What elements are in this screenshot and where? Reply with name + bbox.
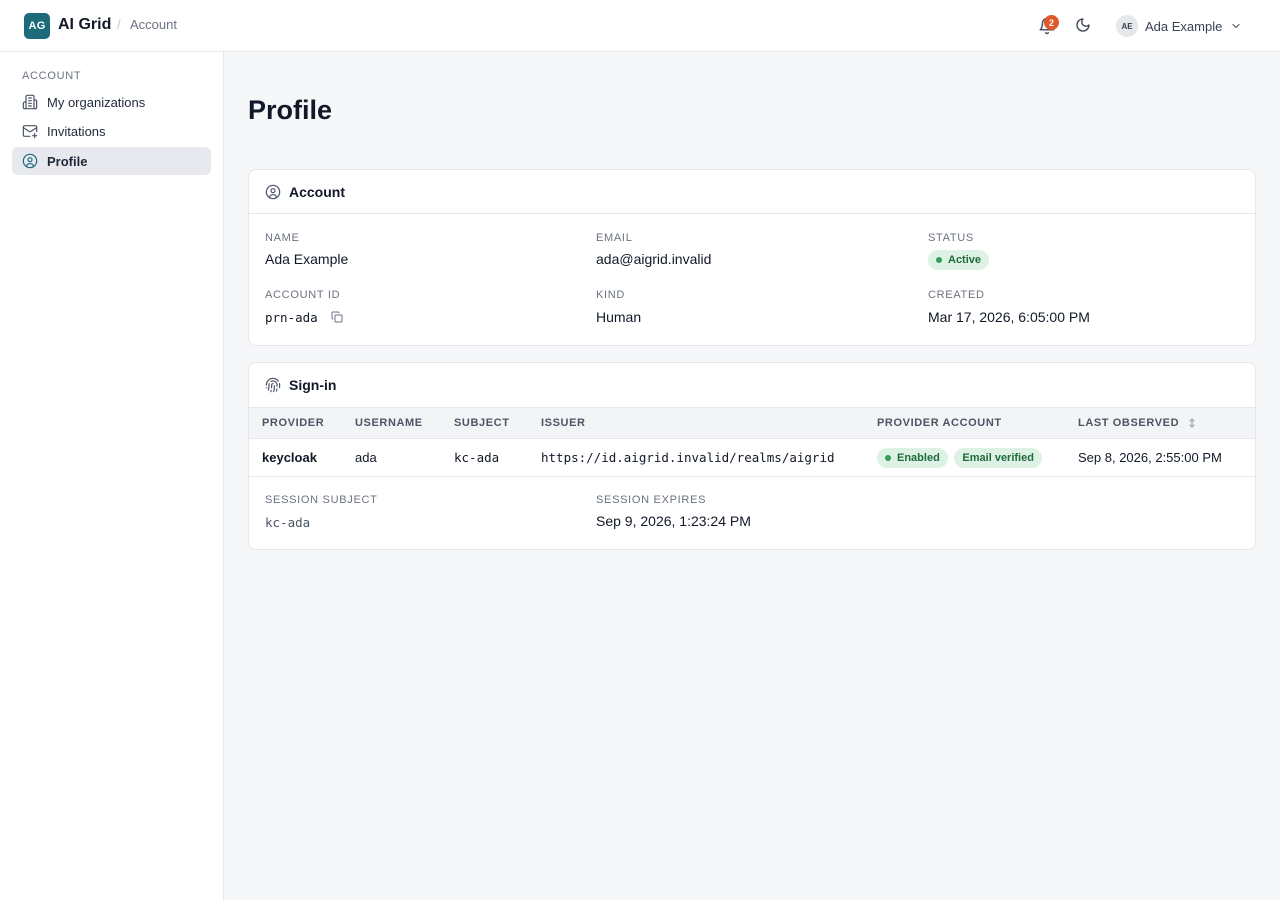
field-label: CREATED (928, 289, 985, 301)
user-circle-icon (265, 184, 281, 199)
user-menu[interactable]: AE Ada Example (1116, 13, 1242, 39)
sidebar-item-label: Invitations (47, 123, 106, 139)
column-header-username: USERNAME (342, 407, 441, 439)
cell-last-observed: Sep 8, 2026, 2:55:00 PM (1065, 438, 1255, 477)
column-header-issuer: ISSUER (528, 407, 864, 439)
column-header-subject: SUBJECT (441, 407, 528, 439)
field-label: STATUS (928, 232, 974, 244)
kind-field: KIND Human (596, 289, 641, 325)
account-card-header: Account (249, 170, 1255, 214)
avatar: AE (1116, 15, 1138, 37)
field-label: NAME (265, 232, 300, 244)
session-subject-field: SESSION SUBJECT kc-ada (265, 494, 378, 530)
badge-label: Enabled (897, 451, 940, 464)
email-field: EMAIL ada@aigrid.invalid (596, 232, 711, 267)
email-value: ada@aigrid.invalid (596, 251, 712, 267)
app-name[interactable]: AI Grid (58, 16, 111, 34)
account-id-value-wrap: prn-ada (265, 309, 343, 325)
status-value-wrap: Active (928, 250, 990, 270)
fingerprint-icon (265, 377, 281, 393)
signin-table: PROVIDER USERNAME SUBJECT ISSUER PROVIDE… (249, 407, 1255, 477)
building-icon (22, 94, 38, 110)
status-dot (885, 454, 891, 461)
session-subject-value: kc-ada (265, 515, 311, 530)
sidebar-item-label: My organizations (47, 94, 146, 110)
status-dot (936, 257, 942, 263)
badge-label: Email verified (962, 451, 1034, 464)
cell-issuer: https://id.aigrid.invalid/realms/aigrid (528, 438, 864, 477)
field-label: EMAIL (596, 232, 633, 244)
notification-count-badge[interactable]: 2 (1044, 15, 1059, 30)
name-field: NAME Ada Example (265, 232, 348, 267)
session-expires-field: SESSION EXPIRES Sep 9, 2026, 1:23:24 PM (596, 494, 751, 529)
sidebar-item-profile[interactable]: Profile (12, 147, 211, 175)
moon-icon[interactable] (1075, 17, 1091, 33)
table-header-row: PROVIDER USERNAME SUBJECT ISSUER PROVIDE… (249, 407, 1255, 439)
cell-provider-account: Enabled Email verified (864, 438, 1065, 477)
sidebar-item-label: Profile (47, 153, 88, 169)
mail-icon (22, 125, 38, 139)
signin-card-title: Sign-in (289, 377, 337, 393)
column-header-label: LAST OBSERVED (1078, 417, 1180, 429)
status-badge: Active (928, 250, 990, 270)
field-label: ACCOUNT ID (265, 289, 341, 301)
sidebar-heading: ACCOUNT (22, 70, 82, 82)
cell-subject: kc-ada (441, 438, 528, 477)
created-field: CREATED Mar 17, 2026, 6:05:00 PM (928, 289, 1090, 325)
signin-card: Sign-in PROVIDER USERNAME SUBJECT ISSUER… (248, 362, 1256, 550)
status-badge-label: Active (948, 254, 982, 266)
sidebar-item-my-organizations[interactable]: My organizations (12, 88, 211, 116)
cell-provider: keycloak (249, 438, 342, 477)
enabled-badge: Enabled (877, 447, 948, 468)
kind-value: Human (596, 309, 642, 325)
column-header-provider-account: PROVIDER ACCOUNT (864, 407, 1065, 439)
app-logo[interactable]: AG (24, 13, 50, 39)
sidebar: ACCOUNT My organizations Invitations Pro… (0, 52, 224, 900)
account-card: Account NAME Ada Example EMAIL ada@aigri… (248, 169, 1256, 346)
session-expires-value: Sep 9, 2026, 1:23:24 PM (596, 513, 751, 529)
account-id-value: prn-ada (265, 310, 318, 325)
user-circle-icon (22, 153, 38, 169)
signin-card-header: Sign-in (249, 363, 1255, 407)
name-value: Ada Example (265, 251, 349, 267)
sort-icon[interactable] (1188, 418, 1196, 428)
field-label: SESSION SUBJECT (265, 494, 378, 506)
sidebar-item-invitations[interactable]: Invitations (12, 117, 211, 145)
created-value: Mar 17, 2026, 6:05:00 PM (928, 309, 1090, 325)
email-verified-badge: Email verified (954, 447, 1042, 468)
user-name: Ada Example (1145, 18, 1223, 34)
field-label: SESSION EXPIRES (596, 494, 707, 506)
breadcrumb[interactable]: Account (130, 17, 177, 32)
column-header-provider: PROVIDER (249, 407, 342, 439)
page-title: Profile (248, 95, 333, 125)
account-card-title: Account (289, 183, 345, 200)
field-label: KIND (596, 289, 626, 301)
chevron-down-icon (1232, 23, 1240, 29)
account-id-field: ACCOUNT ID prn-ada (265, 289, 343, 325)
table-row[interactable]: keycloak ada kc-ada https://id.aigrid.in… (249, 438, 1255, 477)
column-header-last-observed[interactable]: LAST OBSERVED (1065, 407, 1255, 439)
status-field: STATUS Active (928, 232, 990, 270)
copy-icon[interactable] (331, 311, 343, 323)
breadcrumb-separator: / (117, 17, 121, 32)
top-bar: AG AI Grid / Account 2 AE Ada Example (0, 0, 1280, 52)
cell-username: ada (342, 438, 441, 477)
